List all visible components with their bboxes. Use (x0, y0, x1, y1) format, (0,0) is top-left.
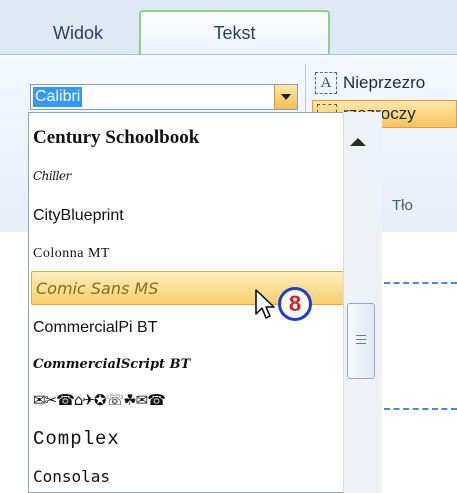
font-dropdown-button[interactable] (274, 85, 297, 109)
font-item-label: Comic Sans MS (36, 278, 159, 298)
mouse-pointer-icon (255, 289, 275, 319)
font-item-label: Consolas (33, 466, 111, 486)
text-box-border-top (384, 282, 457, 284)
font-family-combo[interactable]: Calibri (30, 84, 298, 110)
font-item-label: Colonna MT (33, 246, 110, 261)
step-number-badge: 8 (278, 287, 312, 321)
font-item-commercialscript-bt[interactable]: CommercialScript BT (33, 347, 353, 381)
font-family-value[interactable]: Calibri (33, 87, 83, 107)
chevron-down-icon (281, 94, 291, 100)
font-item-chiller[interactable]: Chiller (33, 159, 353, 193)
opaque-label: Nieprzezro (343, 73, 426, 92)
font-item-consolas[interactable]: Consolas (33, 459, 353, 492)
font-item-label: CityBlueprint (33, 207, 124, 224)
font-item-century-schoolbook[interactable]: Century Schoolbook (33, 121, 353, 155)
font-item-colonna-mt[interactable]: Colonna MT (33, 237, 353, 271)
font-item-cityblueprint[interactable]: CityBlueprint (33, 199, 353, 233)
font-item-label: CommercialPi BT (33, 319, 158, 336)
font-item-label: ✉✂☎⌂✈✪☏☘✉☎ (33, 391, 166, 409)
scrollbar-thumb[interactable] (347, 303, 375, 379)
tab-widok[interactable]: Widok (20, 12, 136, 54)
text-box-icon: A (315, 72, 337, 94)
font-item-complex[interactable]: Complex (33, 421, 353, 457)
scroll-up-icon[interactable] (350, 138, 366, 146)
font-item-label: Century Schoolbook (33, 127, 200, 148)
font-item-label: Chiller (33, 169, 71, 183)
thumb-grip-line (356, 335, 366, 336)
font-item-symbol-preview[interactable]: ✉✂☎⌂✈✪☏☘✉☎ (33, 383, 353, 417)
font-item-label: Complex (33, 428, 120, 450)
text-box-border-bottom (384, 408, 457, 410)
font-dropdown-list[interactable]: Century Schoolbook Chiller CityBlueprint… (28, 112, 382, 493)
thumb-grip-line (356, 343, 366, 344)
tab-tekst[interactable]: Tekst (139, 10, 330, 55)
thumb-grip-line (356, 339, 366, 340)
font-item-label: CommercialScript BT (33, 356, 191, 372)
background-group-label: Tło (392, 197, 413, 214)
opaque-option[interactable]: A Nieprzezro (315, 70, 425, 96)
